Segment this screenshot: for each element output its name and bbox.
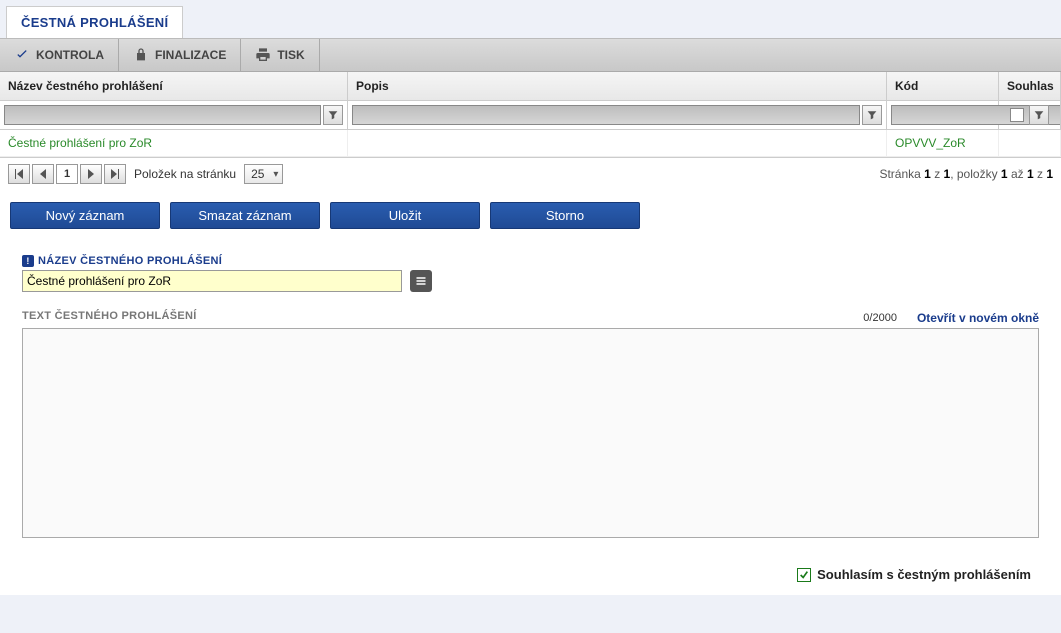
list-picker-button[interactable] bbox=[410, 270, 432, 292]
lock-icon bbox=[133, 47, 149, 63]
pager-next-button[interactable] bbox=[80, 164, 102, 184]
check-icon bbox=[14, 47, 30, 63]
first-icon bbox=[14, 169, 24, 179]
finalizace-button[interactable]: FINALIZACE bbox=[119, 39, 241, 71]
grid-header: Název čestného prohlášení Popis Kód Souh… bbox=[0, 72, 1061, 101]
filter-popis-button[interactable] bbox=[862, 105, 882, 125]
grid-filter-row bbox=[0, 101, 1061, 130]
kontrola-label: KONTROLA bbox=[36, 48, 104, 62]
kontrola-button[interactable]: KONTROLA bbox=[0, 39, 119, 71]
pager-bar: 1 Položek na stránku 25 Stránka 1 z 1, p… bbox=[0, 157, 1061, 190]
header-popis[interactable]: Popis bbox=[348, 72, 887, 100]
filter-souhlas-checkbox[interactable] bbox=[1010, 108, 1024, 122]
tab-cestna-prohlaseni[interactable]: ČESTNÁ PROHLÁŠENÍ bbox=[6, 6, 183, 38]
nazev-input[interactable] bbox=[22, 270, 402, 292]
smazat-zaznam-button[interactable]: Smazat záznam bbox=[170, 202, 320, 229]
cell-kod: OPVVV_ZoR bbox=[887, 130, 999, 156]
form-area: ! NÁZEV ČESTNÉHO PROHLÁŠENÍ TEXT ČESTNÉH… bbox=[0, 237, 1061, 555]
consent-label: Souhlasím s čestným prohlášením bbox=[817, 567, 1031, 582]
next-icon bbox=[87, 169, 95, 179]
filter-souhlas-button[interactable] bbox=[1029, 105, 1049, 125]
pager-prev-button[interactable] bbox=[32, 164, 54, 184]
action-buttons: Nový záznam Smazat záznam Uložit Storno bbox=[0, 190, 1061, 237]
print-icon bbox=[255, 47, 271, 63]
list-icon bbox=[415, 275, 427, 287]
prev-icon bbox=[39, 169, 47, 179]
novy-zaznam-button[interactable]: Nový záznam bbox=[10, 202, 160, 229]
cell-nazev: Čestné prohlášení pro ZoR bbox=[0, 130, 348, 156]
consent-row: Souhlasím s čestným prohlášením bbox=[0, 555, 1061, 595]
storno-button[interactable]: Storno bbox=[490, 202, 640, 229]
header-nazev[interactable]: Název čestného prohlášení bbox=[0, 72, 348, 100]
header-kod[interactable]: Kód bbox=[887, 72, 999, 100]
pager-first-button[interactable] bbox=[8, 164, 30, 184]
filter-nazev-input[interactable] bbox=[4, 105, 321, 125]
char-count: 0/2000 bbox=[863, 312, 917, 324]
text-field-label: TEXT ČESTNÉHO PROHLÁŠENÍ bbox=[22, 310, 197, 322]
tab-bar: ČESTNÁ PROHLÁŠENÍ bbox=[0, 0, 1061, 38]
page-size-label: Položek na stránku bbox=[134, 167, 236, 181]
tisk-button[interactable]: TISK bbox=[241, 39, 319, 71]
text-textarea[interactable] bbox=[22, 328, 1039, 538]
last-icon bbox=[110, 169, 120, 179]
checkbox-icon bbox=[797, 568, 811, 582]
header-souhlas[interactable]: Souhlas bbox=[999, 72, 1061, 100]
cell-popis bbox=[348, 130, 887, 156]
required-badge: ! bbox=[22, 255, 34, 267]
tisk-label: TISK bbox=[277, 48, 304, 62]
pager-summary: Stránka 1 z 1, položky 1 až 1 z 1 bbox=[879, 167, 1053, 181]
filter-nazev-button[interactable] bbox=[323, 105, 343, 125]
finalizace-label: FINALIZACE bbox=[155, 48, 226, 62]
cell-souhlas bbox=[999, 130, 1061, 156]
pager-page-number[interactable]: 1 bbox=[56, 164, 78, 184]
grid: Název čestného prohlášení Popis Kód Souh… bbox=[0, 72, 1061, 190]
filter-icon bbox=[328, 110, 338, 120]
open-new-window-link[interactable]: Otevřít v novém okně bbox=[917, 311, 1039, 325]
nazev-field-label: ! NÁZEV ČESTNÉHO PROHLÁŠENÍ bbox=[22, 255, 1039, 267]
table-row[interactable]: Čestné prohlášení pro ZoR OPVVV_ZoR bbox=[0, 130, 1061, 157]
consent-checkbox[interactable]: Souhlasím s čestným prohlášením bbox=[797, 567, 1031, 582]
filter-popis-input[interactable] bbox=[352, 105, 860, 125]
filter-icon bbox=[1034, 110, 1044, 120]
pager-last-button[interactable] bbox=[104, 164, 126, 184]
toolbar: KONTROLA FINALIZACE TISK bbox=[0, 38, 1061, 72]
filter-icon bbox=[867, 110, 877, 120]
ulozit-button[interactable]: Uložit bbox=[330, 202, 480, 229]
page-size-select[interactable]: 25 bbox=[244, 164, 283, 184]
